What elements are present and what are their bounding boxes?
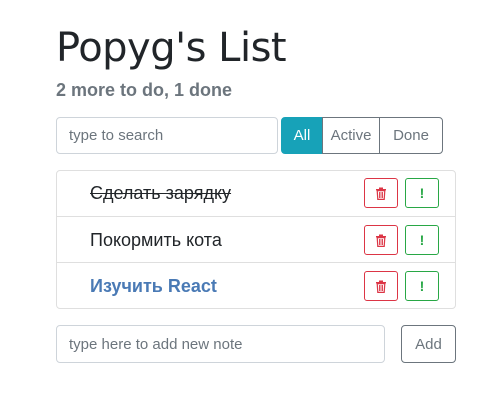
page-title: Popyg's List bbox=[56, 25, 287, 71]
delete-button[interactable] bbox=[364, 178, 398, 208]
filter-done-button[interactable]: Done bbox=[379, 117, 443, 154]
todo-item: Покормить кота ! bbox=[57, 216, 455, 262]
todo-item-label[interactable]: Изучить React bbox=[90, 263, 217, 309]
filter-active-button[interactable]: Active bbox=[322, 117, 380, 154]
todo-counter: 2 more to do, 1 done bbox=[56, 80, 233, 100]
status-filter: All Active Done bbox=[281, 117, 443, 154]
filter-all-button[interactable]: All bbox=[281, 117, 323, 154]
exclamation-icon: ! bbox=[419, 278, 425, 294]
mark-important-button[interactable]: ! bbox=[405, 225, 439, 255]
mark-important-button[interactable]: ! bbox=[405, 178, 439, 208]
delete-button[interactable] bbox=[364, 271, 398, 301]
new-note-input[interactable] bbox=[56, 325, 385, 363]
trash-icon bbox=[376, 280, 386, 293]
add-item-form: Add bbox=[56, 325, 456, 363]
exclamation-icon: ! bbox=[419, 232, 425, 248]
todo-item: Изучить React ! bbox=[57, 262, 455, 308]
exclamation-icon: ! bbox=[419, 185, 425, 201]
search-input[interactable] bbox=[56, 117, 278, 154]
todo-item-label[interactable]: Сделать зарядку bbox=[90, 171, 231, 216]
trash-icon bbox=[376, 234, 386, 247]
mark-important-button[interactable]: ! bbox=[405, 271, 439, 301]
add-button[interactable]: Add bbox=[401, 325, 456, 363]
delete-button[interactable] bbox=[364, 225, 398, 255]
trash-icon bbox=[376, 187, 386, 200]
search-panel: All Active Done bbox=[56, 117, 456, 154]
todo-item-label[interactable]: Покормить кота bbox=[90, 217, 222, 263]
todo-list: Сделать зарядку ! Покормить кота ! Изучи… bbox=[56, 170, 456, 309]
todo-item: Сделать зарядку ! bbox=[57, 171, 455, 216]
